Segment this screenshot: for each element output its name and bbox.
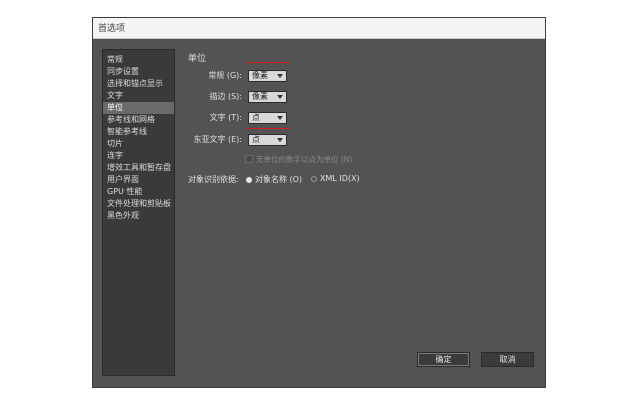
east-asian-unit-label: 东亚文字 (E): [193, 135, 242, 144]
xml-id-label: XML ID(X) [320, 174, 360, 183]
identify-objects-label: 对象识别依据: [188, 175, 239, 184]
sidebar-item-user-interface[interactable]: 用户界面 [103, 174, 174, 186]
ok-button[interactable]: 确定 [417, 352, 470, 367]
east-asian-unit-value: 点 [252, 135, 260, 144]
cancel-button[interactable]: 取消 [481, 352, 534, 367]
stroke-unit-row: 描边 (S): [188, 90, 242, 104]
sidebar-item-slices[interactable]: 切片 [103, 138, 174, 150]
dialog-title: 首选项 [98, 24, 126, 34]
object-name-label: 对象名称 (O) [255, 175, 303, 184]
preferences-sidebar: 常规 同步设置 选择和锚点显示 文字 单位 参考线和网格 智能参考线 切片 连字… [102, 49, 175, 376]
sidebar-item-appearance-of-black[interactable]: 黑色外观 [103, 210, 174, 222]
highlight-box [245, 62, 290, 129]
sidebar-item-hyphenation[interactable]: 连字 [103, 150, 174, 162]
sidebar-item-type[interactable]: 文字 [103, 90, 174, 102]
object-name-radio[interactable]: 对象名称 (O) [246, 174, 302, 186]
xml-id-radio[interactable]: XML ID(X) [311, 174, 360, 186]
type-unit-label: 文字 (T): [209, 113, 242, 122]
sidebar-item-selection-anchor-display[interactable]: 选择和锚点显示 [103, 78, 174, 90]
sidebar-item-smart-guides[interactable]: 智能参考线 [103, 126, 174, 138]
sidebar-item-general[interactable]: 常规 [103, 54, 174, 66]
east-asian-unit-row: 东亚文字 (E): [188, 133, 242, 147]
preferences-dialog: 首选项 常规 同步设置 选择和锚点显示 文字 单位 参考线和网格 智能参考线 切… [92, 17, 546, 388]
sidebar-item-plugins-scratch-disks[interactable]: 增效工具和暂存盘 [103, 162, 174, 174]
sidebar-item-gpu-performance[interactable]: GPU 性能 [103, 186, 174, 198]
general-unit-row: 常规 (G): [188, 69, 242, 83]
sidebar-item-file-handling-clipboard[interactable]: 文件处理和剪贴板 [103, 198, 174, 210]
sidebar-item-sync-settings[interactable]: 同步设置 [103, 66, 174, 78]
stroke-unit-label: 描边 (S): [209, 92, 242, 101]
sidebar-item-units[interactable]: 单位 [103, 102, 174, 114]
type-unit-row: 文字 (T): [188, 111, 242, 125]
numbers-without-units-label: 无单位的数字以点为单位 (N) [256, 155, 353, 164]
chevron-down-icon [277, 138, 283, 142]
numbers-without-units-checkbox[interactable] [245, 155, 253, 163]
sidebar-item-guides-grid[interactable]: 参考线和网格 [103, 114, 174, 126]
east-asian-unit-select[interactable]: 点 [248, 134, 287, 146]
section-title: 单位 [188, 54, 207, 64]
radio-unselected-icon [311, 175, 317, 182]
general-unit-label: 常规 (G): [208, 71, 242, 80]
radio-selected-icon [246, 176, 252, 183]
dialog-titlebar: 首选项 [93, 18, 545, 39]
